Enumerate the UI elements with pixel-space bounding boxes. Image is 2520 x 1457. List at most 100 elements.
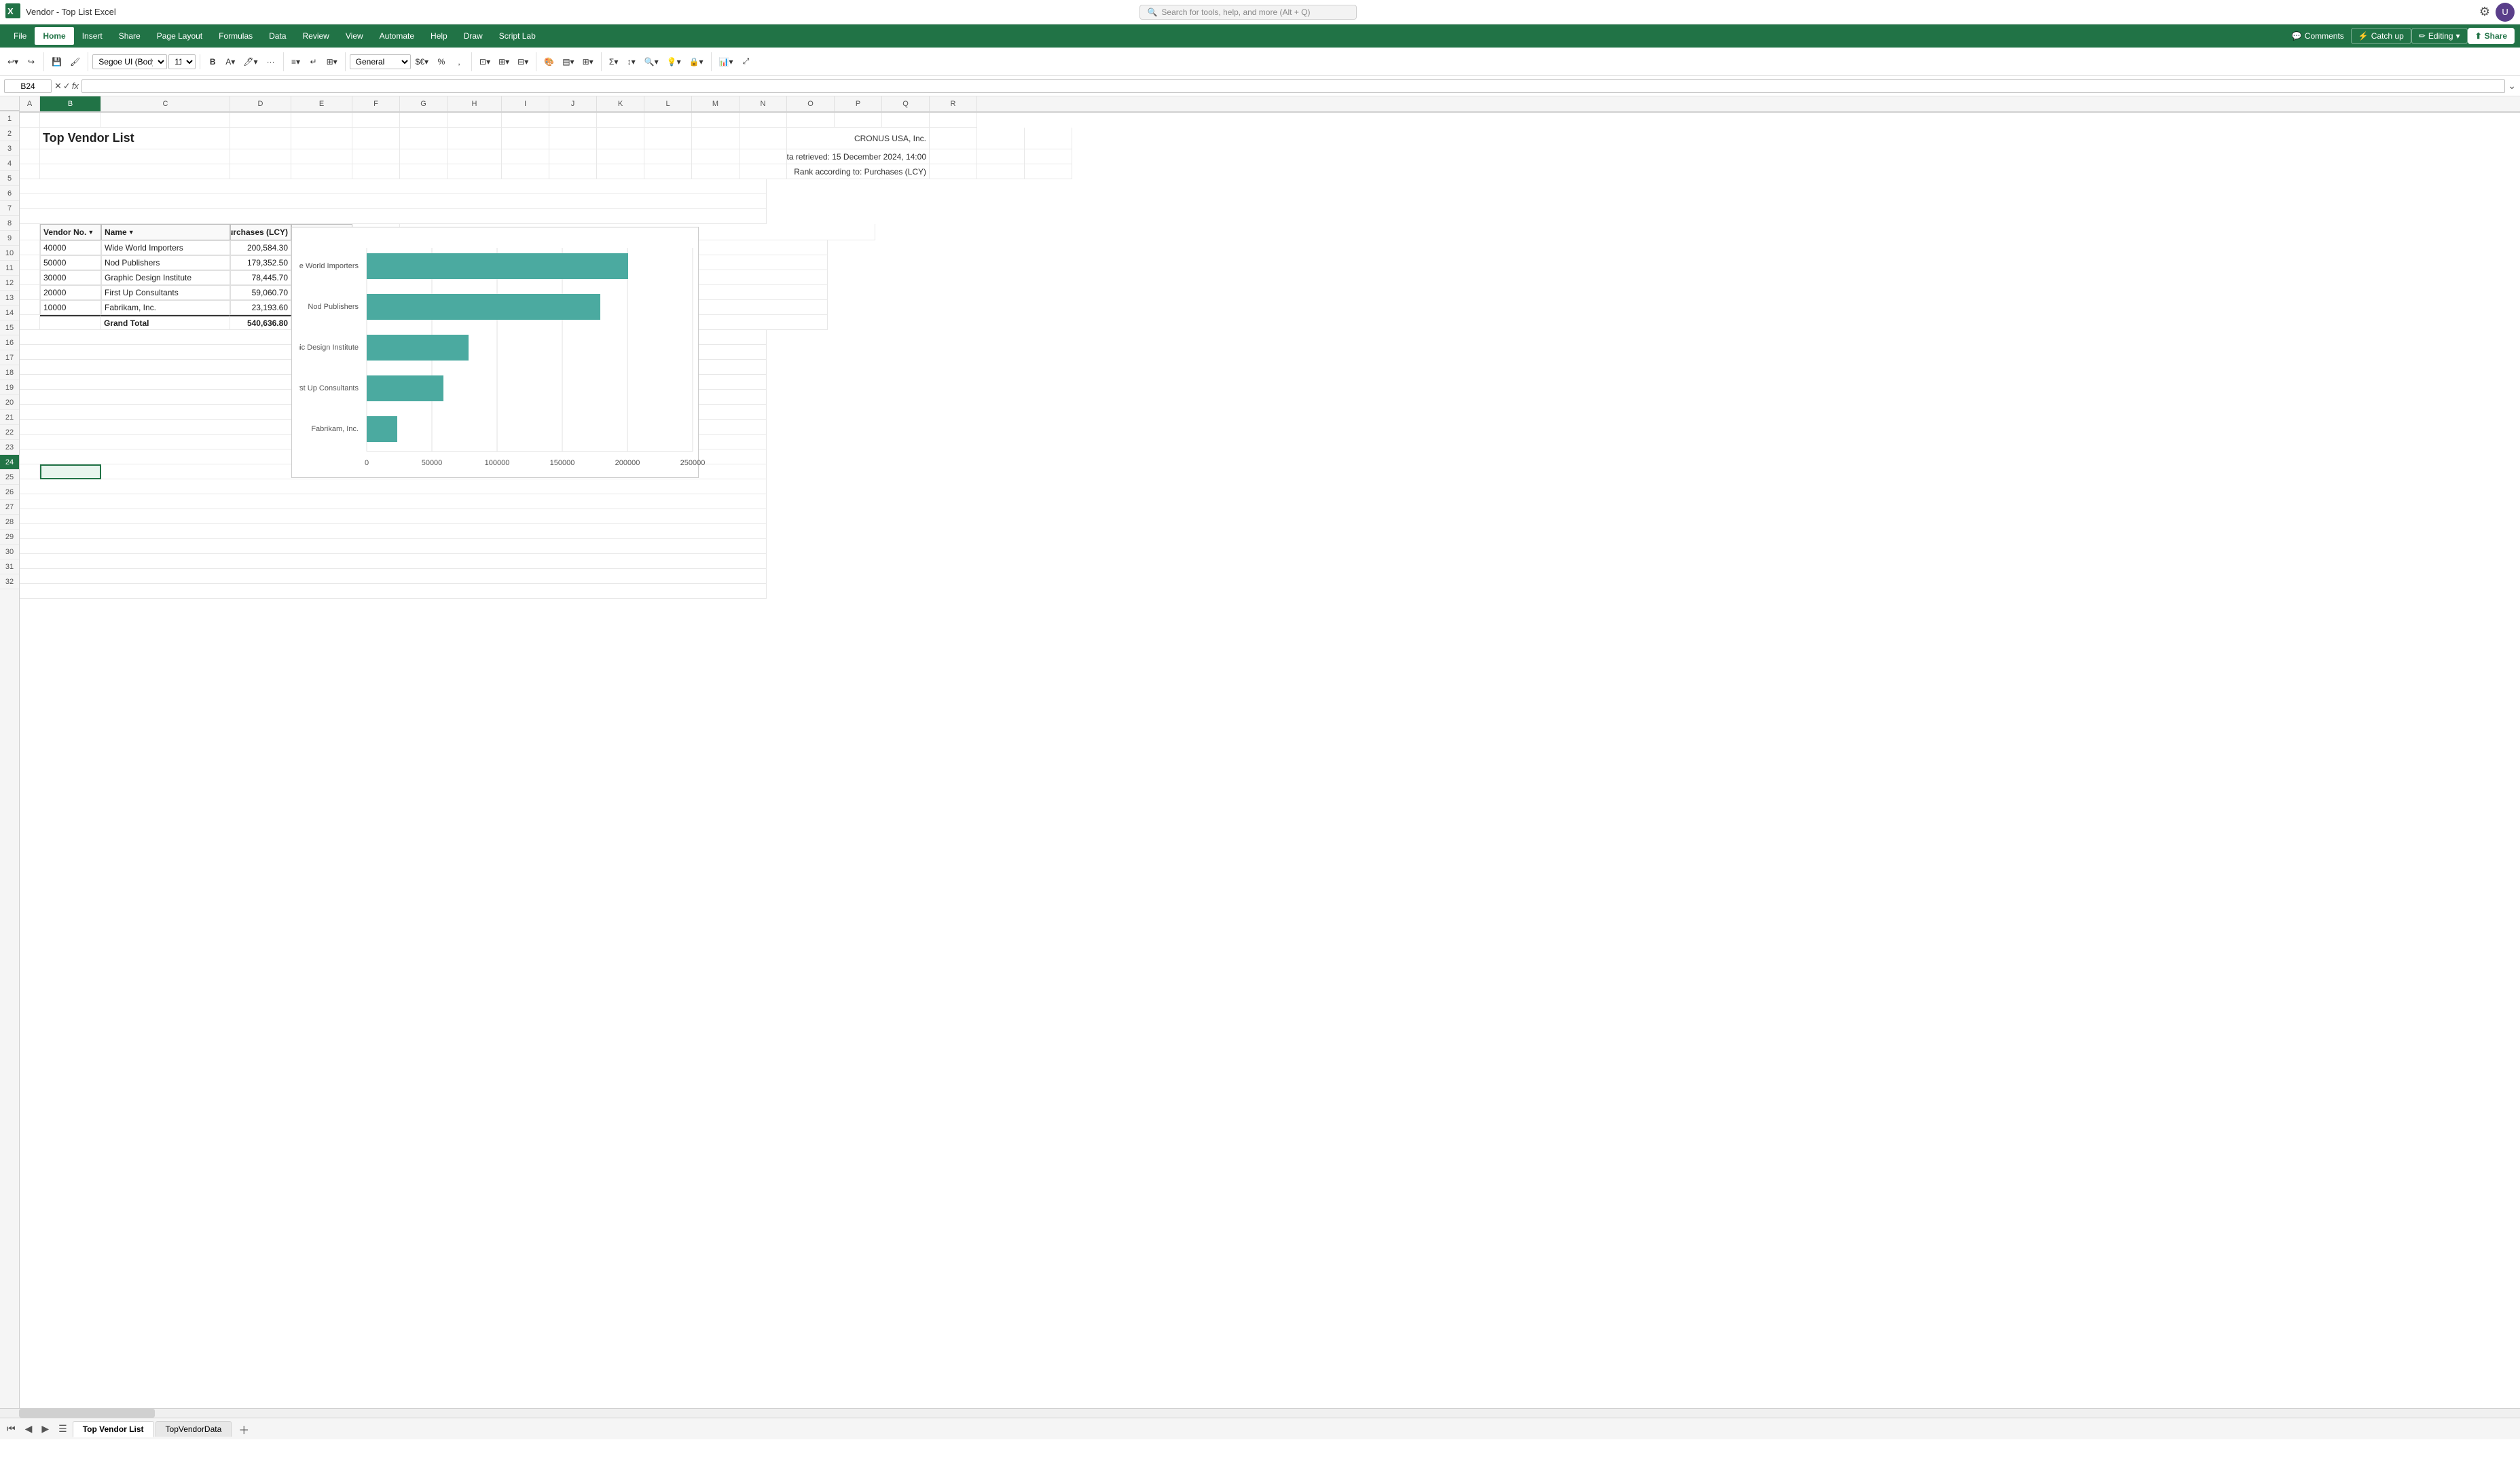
highlight-button[interactable]: 🖊▾ [240, 52, 261, 71]
cell-A3[interactable] [20, 149, 40, 164]
row-26[interactable]: 26 [0, 485, 19, 500]
row-15[interactable]: 15 [0, 320, 19, 335]
col-A[interactable]: A [20, 96, 40, 111]
copy-format-button[interactable]: 🖌 [67, 52, 84, 71]
sheet-nav-prev[interactable]: ◀ [21, 1420, 37, 1437]
cell-C10[interactable]: Nod Publishers [101, 255, 230, 270]
cancel-formula-icon[interactable]: ✕ [54, 81, 62, 92]
cell-J1[interactable] [549, 113, 597, 128]
cell-B14[interactable] [40, 315, 101, 330]
cell-M2[interactable] [692, 128, 739, 149]
row-9[interactable]: 9 [0, 231, 19, 246]
cell-C1[interactable] [101, 113, 230, 128]
search-box[interactable]: 🔍 Search for tools, help, and more (Alt … [1139, 5, 1357, 20]
sort-filter-button[interactable]: ↕▾ [623, 52, 640, 71]
col-B[interactable]: B [40, 96, 101, 111]
cell-N1[interactable] [739, 113, 787, 128]
col-M[interactable]: M [692, 96, 739, 111]
cell-C12[interactable]: First Up Consultants [101, 285, 230, 300]
row-2[interactable]: 2 [0, 126, 19, 141]
find-button[interactable]: 🔍▾ [641, 52, 662, 71]
row-25[interactable]: 25 [0, 470, 19, 485]
cell-G2[interactable] [400, 128, 448, 149]
row-30[interactable]: 30 [0, 545, 19, 559]
sheet-tab-top-vendor-list[interactable]: Top Vendor List [73, 1421, 154, 1437]
col-H[interactable]: H [448, 96, 502, 111]
cell-H4[interactable] [448, 164, 502, 179]
cell-F4[interactable] [352, 164, 400, 179]
col-N[interactable]: N [739, 96, 787, 111]
bold-button[interactable]: B [204, 52, 221, 71]
delete-row-button[interactable]: ⊟▾ [514, 52, 532, 71]
cell-r31[interactable] [20, 569, 767, 584]
sheet-nav-first[interactable]: ⏮ [3, 1420, 20, 1437]
cell-R2[interactable] [1025, 128, 1072, 149]
cell-A4[interactable] [20, 164, 40, 179]
row-12[interactable]: 12 [0, 276, 19, 291]
cell-Q3[interactable] [977, 149, 1025, 164]
cell-G1[interactable] [400, 113, 448, 128]
cell-B2-title[interactable]: Top Vendor List [40, 128, 230, 149]
fill-color-button[interactable]: 🎨 [541, 52, 558, 71]
cell-A11[interactable] [20, 270, 40, 285]
cell-D4[interactable] [230, 164, 291, 179]
cell-I2[interactable] [502, 128, 549, 149]
redo-button[interactable]: ↪ [23, 52, 39, 71]
cell-P2[interactable] [930, 128, 977, 149]
comments-button[interactable]: 💬 Comments [2285, 29, 2351, 43]
cell-r28[interactable] [20, 524, 767, 539]
cell-B4[interactable] [40, 164, 230, 179]
cell-C13[interactable]: Fabrikam, Inc. [101, 300, 230, 315]
cell-K4[interactable] [597, 164, 644, 179]
cell-Q1[interactable] [882, 113, 930, 128]
wrap-button[interactable]: ↵ [306, 52, 322, 71]
chart-button[interactable]: 📊▾ [716, 52, 737, 71]
tab-data[interactable]: Data [261, 27, 294, 45]
cell-P1[interactable] [835, 113, 882, 128]
ideas-button[interactable]: 💡▾ [663, 52, 684, 71]
col-E[interactable]: E [291, 96, 352, 111]
tab-page-layout[interactable]: Page Layout [149, 27, 211, 45]
cell-J3[interactable] [549, 149, 597, 164]
cell-E2[interactable] [291, 128, 352, 149]
cell-B3[interactable] [40, 149, 230, 164]
font-color-button[interactable]: A▾ [222, 52, 238, 71]
cell-A9[interactable] [20, 240, 40, 255]
cell-B8-vendor-no[interactable]: Vendor No. ▼ [40, 224, 101, 240]
cell-D9[interactable]: 200,584.30 [230, 240, 291, 255]
cell-R1[interactable] [930, 113, 977, 128]
more-format-button[interactable]: ··· [263, 52, 279, 71]
sheet-tab-top-vendor-data[interactable]: TopVendorData [156, 1421, 232, 1437]
expand-formula-bar-icon[interactable]: ⌄ [2508, 80, 2516, 92]
row-24-active[interactable]: 24 [0, 455, 19, 470]
col-Q[interactable]: Q [882, 96, 930, 111]
row-6[interactable]: 6 [0, 186, 19, 201]
cell-L2[interactable] [644, 128, 692, 149]
horizontal-scrollbar[interactable] [0, 1408, 2520, 1418]
cell-R3[interactable] [1025, 149, 1072, 164]
cell-E4[interactable] [291, 164, 352, 179]
cell-C14[interactable]: Grand Total [101, 315, 230, 330]
filter-icon2[interactable]: ▼ [128, 229, 134, 236]
cell-B10[interactable]: 50000 [40, 255, 101, 270]
cell-L4[interactable] [644, 164, 692, 179]
cell-K2[interactable] [597, 128, 644, 149]
cell-B1[interactable] [40, 113, 101, 128]
row-5[interactable]: 5 [0, 171, 19, 186]
cell-G4[interactable] [400, 164, 448, 179]
row-13[interactable]: 13 [0, 291, 19, 306]
row-4[interactable]: 4 [0, 156, 19, 171]
row-3[interactable]: 3 [0, 141, 19, 156]
cell-B12[interactable]: 20000 [40, 285, 101, 300]
font-size-select[interactable]: 11 [168, 54, 196, 69]
col-R[interactable]: R [930, 96, 977, 111]
number-format-select[interactable]: General [350, 54, 411, 69]
row-18[interactable]: 18 [0, 365, 19, 380]
save-button[interactable]: 💾 [48, 52, 65, 71]
cell-I1[interactable] [502, 113, 549, 128]
cell-A24[interactable] [20, 464, 40, 479]
cell-A14[interactable] [20, 315, 40, 330]
cell-A2[interactable] [20, 128, 40, 149]
cell-r32[interactable] [20, 584, 767, 599]
conditional-format-button[interactable]: ▤▾ [559, 52, 577, 71]
